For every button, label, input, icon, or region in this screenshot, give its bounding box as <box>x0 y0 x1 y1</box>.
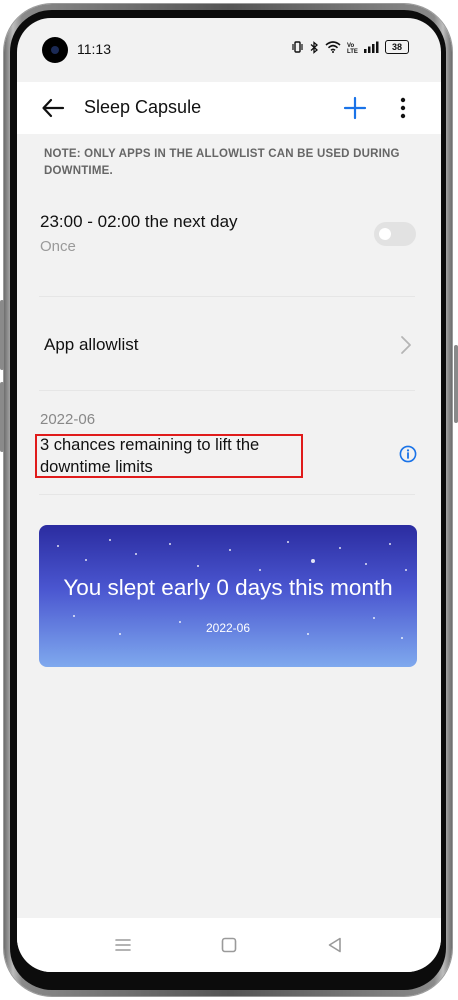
page-title: Sleep Capsule <box>84 97 202 117</box>
star <box>339 547 341 549</box>
divider <box>39 390 415 391</box>
status-time: 11:13 <box>77 41 111 57</box>
card-title: You slept early 0 days this month <box>63 575 393 600</box>
app-header: Sleep Capsule <box>17 82 441 134</box>
toggle-knob <box>379 228 391 240</box>
home-icon[interactable] <box>218 934 240 956</box>
bluetooth-icon <box>310 40 318 54</box>
navigation-bar <box>17 918 441 972</box>
divider <box>39 494 415 495</box>
power-button <box>454 345 458 423</box>
star <box>109 539 111 541</box>
star <box>229 549 231 551</box>
status-bar: 11:13 Vo LTE 38 <box>17 18 441 82</box>
star <box>169 543 171 545</box>
star <box>197 565 199 567</box>
more-vertical-icon[interactable] <box>391 94 415 122</box>
schedule-toggle[interactable] <box>374 222 416 246</box>
signal-icon <box>364 41 379 53</box>
schedule-time-range: 23:00 - 02:00 the next day <box>40 212 238 231</box>
status-icons: Vo LTE 38 <box>291 40 409 54</box>
plus-icon[interactable] <box>341 94 369 122</box>
star <box>405 569 407 571</box>
sleep-summary-card: You slept early 0 days this month 2022-0… <box>39 525 417 667</box>
phone-frame: 11:13 Vo LTE 38 Sleep Capsule NOTE: ONLY… <box>0 0 458 1000</box>
star <box>85 559 87 561</box>
star <box>135 553 137 555</box>
schedule-repeat: Once <box>40 238 76 255</box>
allowlist-note: NOTE: ONLY APPS IN THE ALLOWLIST CAN BE … <box>44 148 400 177</box>
star <box>389 543 391 545</box>
divider <box>39 296 415 297</box>
back-arrow-icon[interactable] <box>39 94 67 122</box>
chevron-right-icon <box>401 336 411 354</box>
card-date: 2022-06 <box>205 621 251 635</box>
vibrate-icon <box>292 41 303 53</box>
back-triangle-icon[interactable] <box>324 934 346 956</box>
star <box>287 541 289 543</box>
screen: 11:13 Vo LTE 38 Sleep Capsule NOTE: ONLY… <box>17 18 441 972</box>
volte-icon: Vo LTE <box>347 43 358 53</box>
star <box>401 637 403 639</box>
chances-remaining-text: 3 chances remaining to lift the downtime… <box>40 436 260 476</box>
limits-month: 2022-06 <box>40 411 96 428</box>
star <box>73 615 75 617</box>
app-allowlist-label: App allowlist <box>44 335 139 354</box>
front-camera <box>42 37 68 63</box>
star <box>365 563 367 565</box>
info-icon[interactable] <box>399 445 417 463</box>
battery-icon: 38 <box>385 40 409 54</box>
star <box>259 569 261 571</box>
volume-button-2 <box>0 382 4 452</box>
volume-button <box>0 300 4 370</box>
star <box>57 545 59 547</box>
svg-text:LTE: LTE <box>347 49 358 53</box>
menu-icon[interactable] <box>112 934 134 956</box>
wifi-icon <box>325 41 341 53</box>
star <box>373 617 375 619</box>
star <box>311 559 315 563</box>
